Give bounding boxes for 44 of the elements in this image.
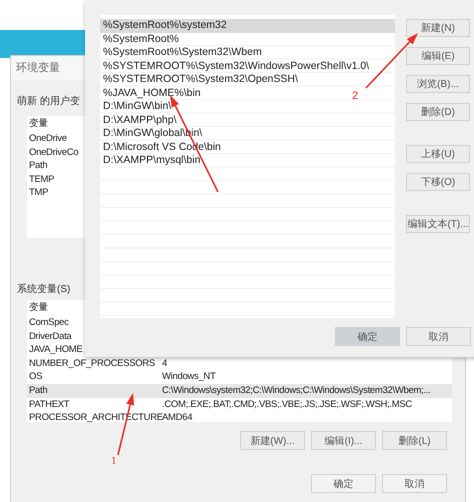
button[interactable]: 编辑(E) (406, 47, 470, 65)
variable-name[interactable]: JAVA_HOME (29, 343, 82, 357)
button[interactable]: 浏览(B)... (406, 75, 470, 93)
variable-name[interactable]: PATHEXT (29, 398, 70, 412)
button[interactable]: 下移(O) (406, 173, 470, 191)
list-item[interactable]: D:\XAMPP\mysql\bin (100, 154, 204, 168)
list-item[interactable]: %SYSTEMROOT%\System32\WindowsPowerShell\v1.0\ (100, 60, 372, 73)
button[interactable]: 删除(L) (382, 431, 447, 450)
column-header: 变量 (29, 301, 48, 315)
button[interactable]: 确定 (335, 327, 400, 346)
button[interactable]: 上移(U) (406, 145, 470, 163)
list-item[interactable]: %JAVA_HOME%\bin (100, 86, 204, 100)
section-label: 萌新 的用户变 (17, 94, 80, 108)
button[interactable]: 新建(N) (406, 19, 470, 37)
variable-value: .COM;.EXE;.BAT;.CMD;.VBS;.VBE;.JS;.JSE;.WSF;.WSH;.MSC (162, 398, 412, 412)
variable-name[interactable]: Path (29, 159, 48, 173)
variable-name[interactable]: OneDrive (29, 132, 67, 146)
variable-name[interactable]: NUMBER_OF_PROCESSORS (29, 356, 155, 370)
button[interactable]: 确定 (311, 474, 376, 493)
column-header: 变量 (29, 117, 48, 131)
variable-name[interactable]: OneDriveCo (29, 146, 78, 160)
variable-name[interactable]: TEMP (29, 172, 54, 186)
variable-value: C:\Windows\system32;C:\Windows;C:\Windows\System32\Wbem;... (162, 384, 430, 398)
list-item[interactable]: D:\MinGW\bin\ (100, 100, 174, 114)
list-item[interactable]: %SystemRoot% (100, 32, 182, 46)
list-item[interactable]: D:\XAMPP\php\ (100, 114, 180, 127)
button[interactable]: 取消 (382, 474, 447, 493)
button[interactable]: 编辑(I)... (311, 431, 376, 450)
button[interactable]: 新建(W)... (240, 431, 305, 450)
variable-name[interactable]: OS (29, 370, 42, 384)
list-item[interactable]: %SystemRoot%\system32 (100, 19, 395, 32)
annotation-number: 2 (352, 90, 358, 102)
variable-name[interactable]: Path (29, 384, 48, 398)
variable-name[interactable]: ComSpec (29, 316, 69, 330)
variable-value: AMD64 (162, 411, 192, 422)
section-label: 系统变量(S) (17, 282, 70, 296)
variable-value: 4 (162, 356, 167, 370)
button[interactable]: 取消 (406, 327, 471, 346)
variable-value: Windows_NT (162, 370, 216, 384)
variable-name[interactable]: DriverData (29, 330, 72, 344)
variable-name[interactable]: TMP (29, 186, 48, 200)
button[interactable]: 编辑文本(T)... (406, 215, 470, 233)
annotation-number: 1 (111, 455, 116, 467)
button[interactable]: 删除(D) (406, 103, 470, 121)
